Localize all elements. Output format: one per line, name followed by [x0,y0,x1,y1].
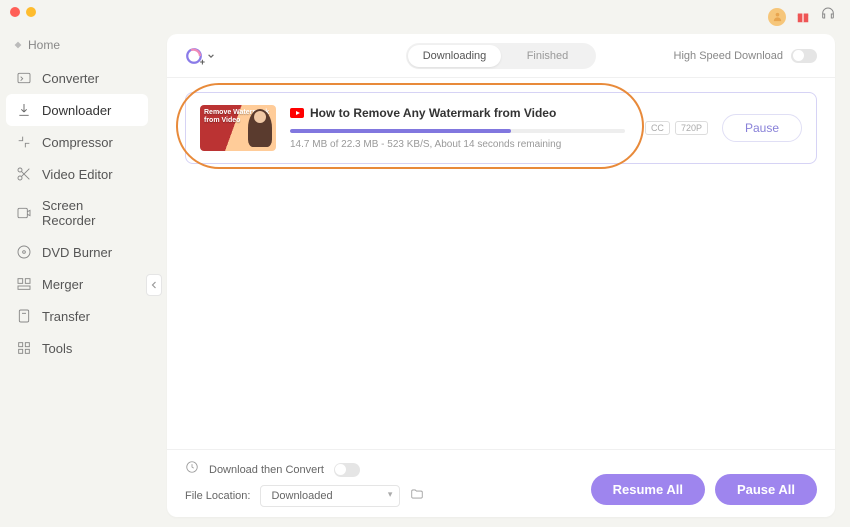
diamond-icon [14,41,22,49]
pause-all-button[interactable]: Pause All [715,474,817,505]
converter-icon [16,70,32,86]
file-location-label: File Location: [185,490,250,502]
gift-icon[interactable] [796,10,810,24]
chevron-left-icon [151,281,157,289]
support-icon[interactable] [820,6,836,27]
sidebar-label: Compressor [42,135,113,150]
close-window-button[interactable] [10,7,20,17]
sidebar-label: Video Editor [42,167,113,182]
add-download-button[interactable]: + [185,47,215,65]
sidebar-label: Converter [42,71,99,86]
sidebar-home[interactable]: Home [6,34,148,62]
status-tabs: Downloading Finished [406,43,596,69]
minimize-window-button[interactable] [26,7,36,17]
grid-icon [16,340,32,356]
sidebar-item-converter[interactable]: Converter [6,62,148,94]
sidebar-item-video-editor[interactable]: Video Editor [6,158,148,190]
download-status-text: 14.7 MB of 22.3 MB - 523 KB/S, About 14 … [290,139,625,150]
download-item[interactable]: Remove Watermark from Video How to Remov… [185,92,817,164]
sidebar-collapse-button[interactable] [146,274,162,296]
high-speed-download-toggle[interactable] [791,49,817,63]
resume-all-button[interactable]: Resume All [591,474,705,505]
downloader-icon [16,102,32,118]
video-thumbnail: Remove Watermark from Video [200,105,276,151]
sidebar-label: Screen Recorder [42,198,138,228]
progress-bar [290,129,625,133]
tab-downloading[interactable]: Downloading [408,45,501,67]
scissors-icon [16,166,32,182]
chevron-down-icon [207,52,215,60]
disc-icon [16,244,32,260]
open-folder-button[interactable] [410,487,424,506]
main-panel: + Downloading Finished High Speed Downlo… [167,34,835,517]
clock-icon [185,460,199,479]
sidebar: Home Converter Downloader Compressor Vid… [0,24,154,527]
sidebar-item-screen-recorder[interactable]: Screen Recorder [6,190,148,236]
sidebar-label: Tools [42,341,72,356]
sidebar-item-compressor[interactable]: Compressor [6,126,148,158]
sidebar-label: Merger [42,277,83,292]
sidebar-item-dvd-burner[interactable]: DVD Burner [6,236,148,268]
compressor-icon [16,134,32,150]
sidebar-label: Downloader [42,103,111,118]
user-account-icon[interactable] [768,8,786,26]
window-title-bar [0,0,850,24]
sidebar-item-downloader[interactable]: Downloader [6,94,148,126]
download-then-convert-toggle[interactable] [334,463,360,477]
cc-badge: CC [645,121,670,135]
file-location-select[interactable]: Downloaded [260,485,400,507]
youtube-icon [290,108,304,118]
screen-recorder-icon [16,205,32,221]
sidebar-label: Transfer [42,309,90,324]
download-then-convert-label: Download then Convert [209,464,324,476]
download-title: How to Remove Any Watermark from Video [310,106,556,120]
resolution-badge: 720P [675,121,708,135]
transfer-icon [16,308,32,324]
app-logo-icon: + [185,47,203,65]
tab-finished[interactable]: Finished [501,45,594,67]
high-speed-download-label: High Speed Download [674,50,783,62]
sidebar-label: DVD Burner [42,245,112,260]
merger-icon [16,276,32,292]
sidebar-item-tools[interactable]: Tools [6,332,148,364]
sidebar-item-merger[interactable]: Merger [6,268,148,300]
pause-button[interactable]: Pause [722,114,802,142]
home-label: Home [28,38,60,52]
sidebar-item-transfer[interactable]: Transfer [6,300,148,332]
